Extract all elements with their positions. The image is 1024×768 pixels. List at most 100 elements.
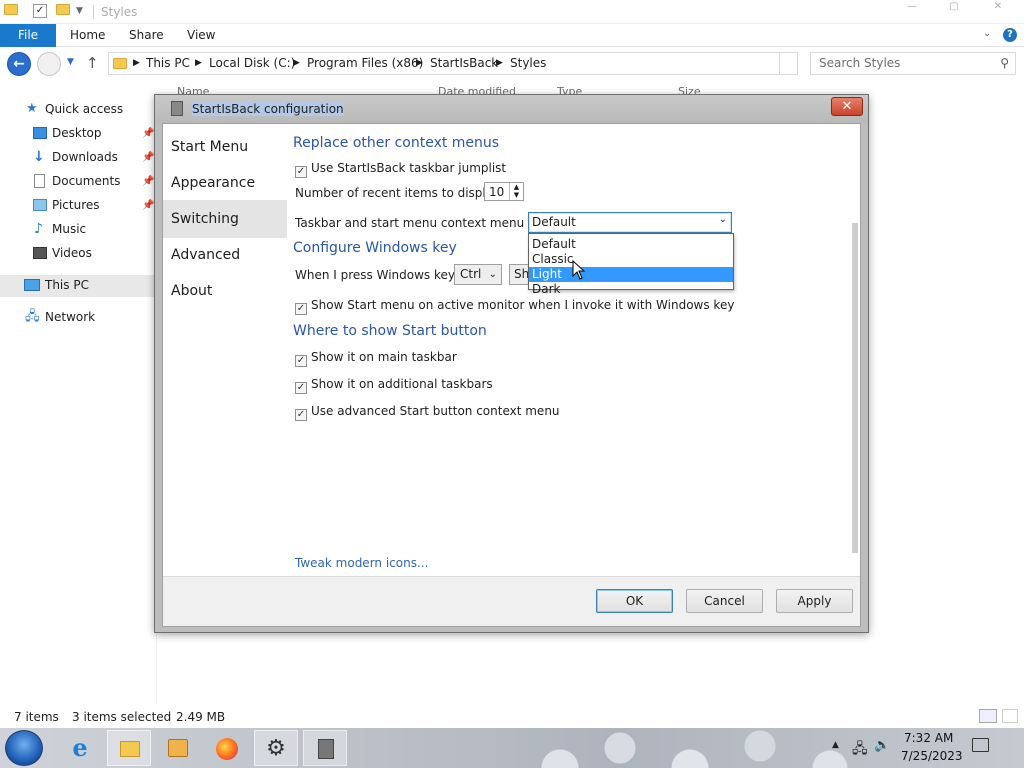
active-monitor-checkbox[interactable]: ✓ Show Start menu on active monitor when … — [295, 298, 734, 315]
additional-taskbars-checkbox[interactable]: ✓ Show it on additional taskbars — [295, 377, 493, 394]
pin-icon: 📌 — [142, 200, 155, 211]
media-player-icon[interactable] — [156, 730, 200, 766]
dialog-footer: OK Cancel Apply — [163, 576, 860, 626]
apply-button[interactable]: Apply — [776, 589, 853, 613]
startisback-config-dialog: StartIsBack configuration ✕ Start Menu A… — [154, 94, 869, 633]
ribbon: File Home Share View ⌄ ? — [0, 24, 1024, 47]
main-taskbar-checkbox[interactable]: ✓ Show it on main taskbar — [295, 350, 457, 367]
recent-items-label: Number of recent items to display: — [295, 186, 504, 200]
checkbox-checked-icon: ✓ — [295, 166, 307, 178]
checkbox-checked-icon: ✓ — [295, 355, 307, 367]
show-hidden-icons-icon[interactable]: ▲ — [832, 740, 839, 750]
pin-icon: 📌 — [142, 128, 155, 139]
search-icon: ⚲ — [1000, 56, 1009, 70]
tab-share[interactable]: Share — [129, 28, 164, 42]
category-about[interactable]: About — [163, 272, 287, 310]
use-jumplist-checkbox[interactable]: ✓ Use StartIsBack taskbar jumplist — [295, 161, 506, 178]
search-placeholder: Search Styles — [819, 56, 901, 70]
details-view-icon[interactable] — [979, 709, 997, 723]
settings-gear-icon[interactable]: ⚙ — [254, 730, 298, 766]
breadcrumb-chevron-icon: ▶ — [133, 58, 140, 68]
tab-home[interactable]: Home — [70, 28, 105, 42]
clock-time[interactable]: 7:32 AM — [904, 731, 953, 745]
new-folder-icon[interactable] — [56, 4, 70, 15]
startisback-icon[interactable] — [303, 730, 347, 766]
category-start-menu[interactable]: Start Menu — [163, 128, 287, 166]
breadcrumb-startisback[interactable]: StartIsBack — [430, 56, 498, 70]
computer-icon — [24, 279, 40, 291]
volume-icon[interactable]: 🔈 — [874, 738, 890, 753]
dropdown-option-classic[interactable]: Classic — [529, 252, 733, 267]
recent-locations-icon[interactable]: ▼ — [67, 57, 74, 67]
breadcrumb-chevron-icon: ▶ — [496, 58, 503, 68]
minimize-button[interactable]: — — [892, 0, 932, 16]
refresh-button[interactable] — [779, 52, 798, 75]
large-icons-view-icon[interactable] — [1002, 709, 1018, 723]
tab-file[interactable]: File — [0, 24, 56, 47]
downloads-icon: ↓ — [33, 149, 45, 165]
navigation-pane: ★ Quick access Desktop ↓ Downloads Docum… — [0, 92, 157, 704]
category-advanced[interactable]: Advanced — [163, 236, 287, 274]
dropdown-option-default[interactable]: Default — [529, 237, 733, 252]
dialog-scrollbar[interactable] — [852, 223, 858, 553]
taskbar: e ⚙ ▲ 🖧 🔈 7:32 AM 7/25/2023 — [0, 728, 1024, 768]
breadcrumb-this-pc[interactable]: This PC — [146, 56, 190, 70]
documents-icon — [34, 174, 45, 188]
category-appearance[interactable]: Appearance — [163, 164, 287, 202]
close-window-button[interactable]: ✕ — [978, 0, 1018, 16]
chevron-down-icon: ⌄ — [488, 269, 497, 280]
file-explorer-icon[interactable] — [107, 730, 151, 766]
maximize-button[interactable]: ▢ — [934, 0, 974, 16]
status-size: 2.49 MB — [176, 710, 226, 724]
clock-date[interactable]: 7/25/2023 — [901, 749, 963, 763]
pin-icon: 📌 — [142, 176, 155, 187]
firefox-icon[interactable] — [205, 730, 249, 766]
breadcrumb-styles[interactable]: Styles — [510, 56, 546, 70]
dropdown-option-dark[interactable]: Dark — [529, 282, 733, 296]
network-status-icon[interactable]: 🖧 — [852, 738, 868, 762]
help-icon[interactable]: ? — [1003, 28, 1017, 42]
properties-icon[interactable]: ✓ — [33, 4, 47, 18]
videos-icon — [33, 247, 47, 259]
ok-button[interactable]: OK — [596, 589, 673, 613]
breadcrumb-chevron-icon: ▶ — [195, 58, 202, 68]
customize-quick-access-icon[interactable]: ▼ — [76, 6, 83, 16]
back-button[interactable]: ← — [7, 52, 31, 76]
category-switching[interactable]: Switching — [163, 200, 287, 238]
pin-icon: 📌 — [142, 152, 155, 163]
startisback-icon — [171, 101, 183, 116]
dialog-titlebar[interactable]: StartIsBack configuration ✕ — [155, 95, 868, 123]
breadcrumb-program-files[interactable]: Program Files (x86) — [307, 56, 423, 70]
breadcrumb-chevron-icon: ▶ — [293, 58, 300, 68]
up-arrow-icon[interactable]: ↑ — [86, 54, 99, 72]
context-style-dropdown: Default Classic Light Dark — [528, 233, 734, 296]
explorer-titlebar: ✓ ▼ Styles — ▢ ✕ — [0, 0, 1024, 24]
expand-ribbon-icon[interactable]: ⌄ — [983, 28, 991, 39]
dropdown-option-light[interactable]: Light — [529, 267, 733, 282]
spinner-arrows-icon[interactable]: ▲ ▼ — [509, 183, 523, 200]
cancel-button[interactable]: Cancel — [686, 589, 763, 613]
search-field[interactable]: Search Styles ⚲ — [810, 52, 1016, 75]
start-icon[interactable] — [5, 730, 43, 766]
forward-button[interactable] — [37, 52, 61, 76]
status-selected: 3 items selected — [72, 710, 172, 724]
tab-view[interactable]: View — [187, 28, 215, 42]
address-field[interactable]: ▶ This PC ▶ Local Disk (C:) ▶ Program Fi… — [108, 52, 780, 75]
notifications-icon[interactable] — [972, 738, 989, 752]
desktop-icon — [33, 127, 47, 139]
star-icon: ★ — [26, 101, 38, 116]
win-key-label: When I press Windows key + — [295, 268, 469, 282]
win-key-modifier-select[interactable]: Ctrl ⌄ — [454, 264, 502, 285]
recent-items-spinner[interactable]: 10 ▲ ▼ — [484, 182, 524, 201]
context-style-select[interactable]: Default ⌄ — [528, 212, 732, 233]
status-bar: 7 items 3 items selected 2.49 MB — [0, 704, 1024, 728]
tweak-modern-icons-link[interactable]: Tweak modern icons... — [295, 556, 428, 570]
breadcrumb-local-disk[interactable]: Local Disk (C:) — [209, 56, 295, 70]
mouse-cursor-icon — [572, 260, 586, 280]
dialog-close-button[interactable]: ✕ — [831, 97, 863, 116]
advanced-context-menu-checkbox[interactable]: ✓ Use advanced Start button context menu — [295, 404, 560, 421]
dialog-title: StartIsBack configuration — [192, 102, 344, 116]
section-context-menus: Replace other context menus — [293, 135, 500, 151]
internet-explorer-icon[interactable]: e — [58, 730, 102, 766]
checkbox-checked-icon: ✓ — [295, 382, 307, 394]
